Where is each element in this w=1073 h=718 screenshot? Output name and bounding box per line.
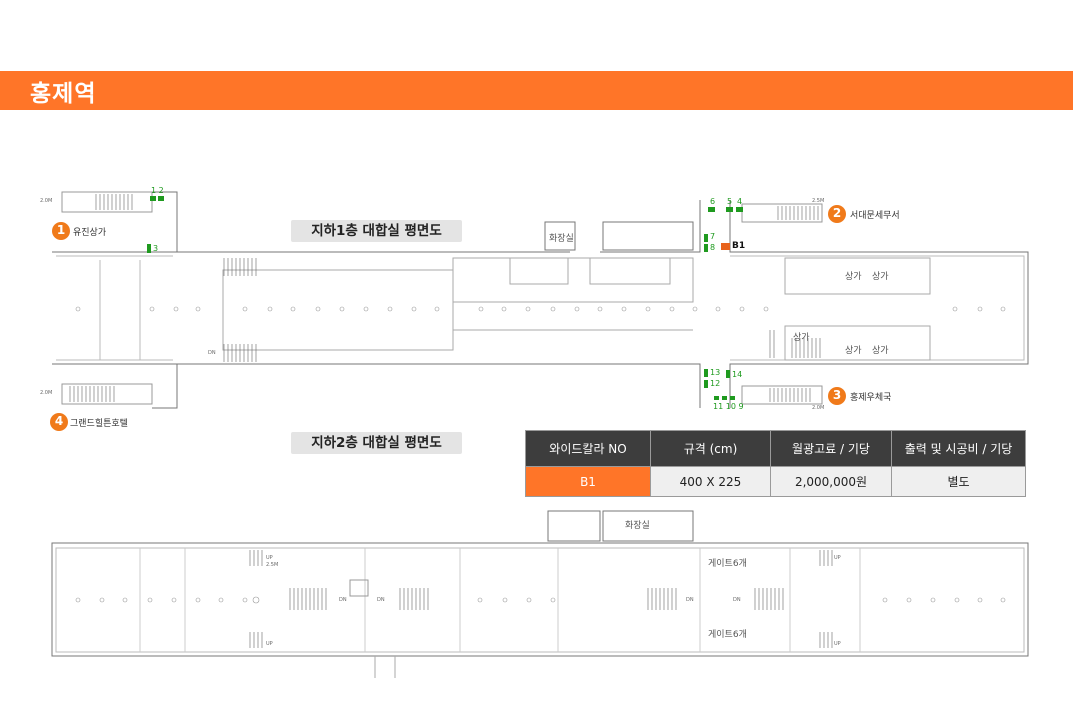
- dn-label: DN: [208, 350, 216, 356]
- ad-number-4: 4: [737, 197, 743, 206]
- cell-install-cost: 별도: [891, 466, 1026, 497]
- b2-dn-label: DN: [339, 597, 347, 603]
- exit-3-name: 홍제우체국: [850, 393, 892, 403]
- b1-stair-ne: [777, 206, 819, 220]
- b1-ad-panels: [147, 196, 743, 400]
- ad-number-6: 6: [710, 197, 716, 206]
- cell-size: 400 X 225: [650, 466, 771, 497]
- ad-panel-6: [708, 207, 715, 212]
- ad-panel-9: [730, 396, 735, 400]
- header-install-cost: 출력 및 시공비 / 기당: [891, 430, 1026, 467]
- ad-panel-3: [147, 244, 151, 253]
- scale-label-ne: 2.5M: [812, 198, 825, 204]
- ad-panel-1: [150, 196, 156, 201]
- b2-restroom-label: 화장실: [625, 521, 650, 531]
- ad-panel-10: [722, 396, 727, 400]
- ad-number-7: 7: [710, 232, 716, 241]
- scale-label-se: 2.0M: [812, 405, 825, 411]
- scale-label-nw: 2.0M: [40, 198, 53, 204]
- ad-number-5: 5: [727, 197, 733, 206]
- exit-4-number: 4: [54, 414, 64, 428]
- b2-dn-label: DN: [377, 597, 385, 603]
- b2-dn-label: DN: [686, 597, 694, 603]
- shop-label: 상가: [872, 272, 889, 282]
- b2-up-label: UP: [266, 641, 273, 647]
- b2-columns: [75, 596, 1006, 604]
- header-size: 규격 (cm): [650, 430, 771, 467]
- b1-stair-nw: [95, 194, 133, 210]
- ad-panel-2: [158, 196, 164, 201]
- b2-up-label: UP: [834, 641, 841, 647]
- exit-2-name: 서대문세무서: [850, 211, 900, 221]
- shop-label: 상가: [845, 346, 862, 356]
- ad-spec-table: 와이드칼라 NO 규격 (cm) 월광고료 / 기당 출력 및 시공비 / 기당…: [525, 430, 1026, 497]
- header-monthly-fee: 월광고료 / 기당: [770, 430, 892, 467]
- shop-label: 상가: [793, 333, 810, 343]
- ad-panel-8: [704, 244, 708, 252]
- exit-3-number: 3: [832, 388, 842, 402]
- ad-number-1-2: 1 2: [151, 186, 164, 195]
- ad-panel-13: [704, 369, 708, 377]
- spec-header-row: 와이드칼라 NO 규격 (cm) 월광고료 / 기당 출력 및 시공비 / 기당: [525, 430, 1026, 467]
- cell-ad-no: B1: [525, 466, 651, 497]
- b2-up-label: UP: [266, 555, 273, 561]
- b2-concourse-outline: [51, 542, 1029, 657]
- b1-concourse-outline: [52, 191, 1029, 409]
- header-ad-no: 와이드칼라 NO: [525, 430, 651, 467]
- ad-panel-4: [736, 207, 743, 212]
- ad-number-14: 14: [732, 370, 743, 379]
- b1-stair-inner-bottom: [223, 344, 257, 362]
- ad-panel-14: [726, 370, 730, 378]
- exit-1-number: 1: [56, 223, 66, 237]
- ad-number-11-10-9: 11 10 9: [713, 402, 744, 411]
- ad-panel-11: [714, 396, 719, 400]
- b2-dn-label: DN: [733, 597, 741, 603]
- ad-number-12: 12: [710, 379, 721, 388]
- b2-gate-top-label: 게이트6개: [708, 559, 747, 569]
- b1-restroom-label: 화장실: [549, 234, 574, 244]
- b1-stair-se: [769, 388, 811, 402]
- b1-marker-label: B1: [732, 241, 746, 251]
- ad-panel-7: [704, 234, 708, 242]
- ad-panel-b1-highlight: [721, 243, 730, 250]
- scale-label-sw: 2.0M: [40, 390, 53, 396]
- ad-panel-12: [704, 380, 708, 388]
- b1-stair-sw: [69, 386, 115, 402]
- b2-gate-bottom-label: 게이트6개: [708, 630, 747, 640]
- shop-label: 상가: [845, 272, 862, 282]
- ad-number-3: 3: [153, 244, 159, 253]
- exit-2-number: 2: [832, 206, 842, 220]
- b2-up-label: UP: [834, 555, 841, 561]
- exit-4-name: 그랜드힐튼호텔: [70, 419, 128, 429]
- shop-label: 상가: [872, 346, 889, 356]
- floor-plan-drawing: [50, 191, 1029, 678]
- cell-monthly-fee: 2,000,000원: [770, 466, 892, 497]
- ad-number-13: 13: [710, 368, 721, 377]
- ad-panel-5: [726, 207, 733, 212]
- b2-scale-label: 2.5M: [266, 562, 279, 568]
- b1-stair-inner-top: [223, 258, 257, 276]
- ad-number-8: 8: [710, 243, 716, 252]
- table-row: B1 400 X 225 2,000,000원 별도: [525, 466, 1026, 497]
- exit-1-name: 유진상가: [73, 228, 107, 238]
